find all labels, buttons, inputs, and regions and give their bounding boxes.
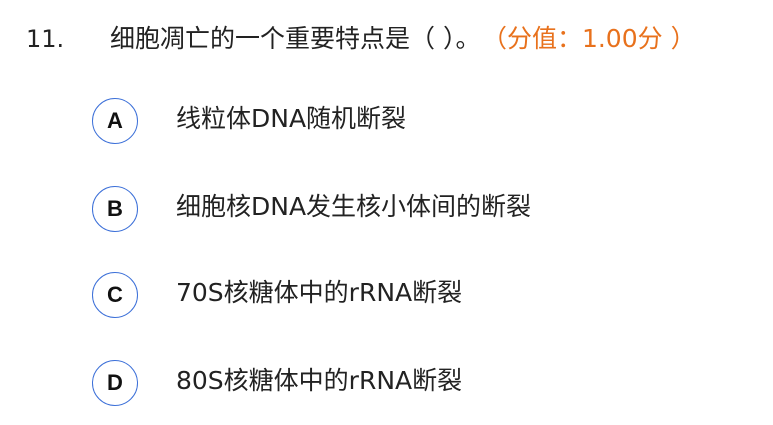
option-d-text[interactable]: 80S核糖体中的rRNA断裂: [176, 366, 462, 396]
option-c[interactable]: C 70S核糖体中的rRNA断裂: [92, 272, 712, 324]
option-a[interactable]: A 线粒体DNA随机断裂: [92, 98, 712, 150]
option-b-text[interactable]: 细胞核DNA发生核小体间的断裂: [176, 192, 531, 222]
option-d-letter-badge[interactable]: D: [92, 360, 138, 406]
question-score: （分值：1.00分 ）: [494, 24, 696, 53]
question-stem: 细胞凋亡的一个重要特点是（ ）。 （分值：1.00分 ）: [110, 24, 696, 54]
option-a-text[interactable]: 线粒体DNA随机断裂: [176, 104, 406, 134]
option-d[interactable]: D 80S核糖体中的rRNA断裂: [92, 360, 712, 412]
option-a-letter-badge[interactable]: A: [92, 98, 138, 144]
question-text: 细胞凋亡的一个重要特点是（ ）。: [110, 24, 481, 53]
option-b[interactable]: B 细胞核DNA发生核小体间的断裂: [92, 186, 712, 238]
question-number: 11.: [26, 25, 65, 53]
option-c-text[interactable]: 70S核糖体中的rRNA断裂: [176, 278, 462, 308]
question-card: 11. 细胞凋亡的一个重要特点是（ ）。 （分值：1.00分 ） A 线粒体DNA…: [0, 0, 773, 425]
option-b-letter-badge[interactable]: B: [92, 186, 138, 232]
option-c-letter-badge[interactable]: C: [92, 272, 138, 318]
